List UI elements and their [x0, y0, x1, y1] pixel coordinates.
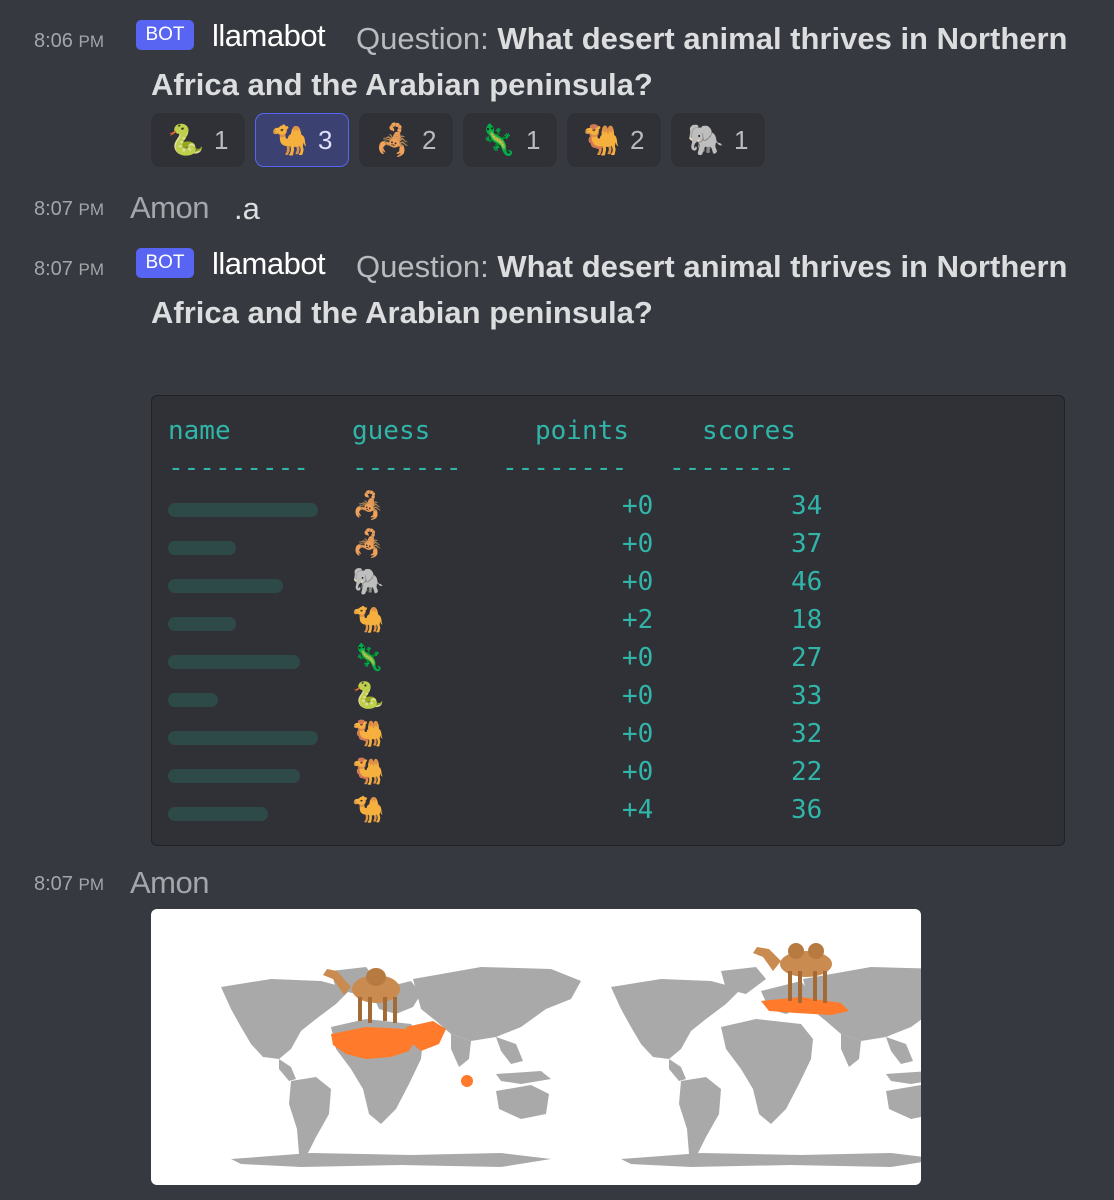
- author-name[interactable]: Amon: [130, 190, 209, 226]
- author-name[interactable]: Amon: [130, 865, 209, 901]
- redacted-name: [168, 693, 218, 707]
- score-cell: 22: [791, 757, 823, 787]
- points-cell: +0: [622, 681, 654, 711]
- header-separator: --------: [502, 453, 628, 483]
- scorpion-icon: 🦂: [375, 123, 413, 157]
- message-content: Question: What desert animal thrives in …: [356, 249, 1068, 284]
- points-cell: +4: [622, 795, 654, 825]
- reaction-dromedary-camel[interactable]: 🐪 3: [255, 113, 349, 167]
- bot-tag: BOT: [136, 248, 194, 278]
- message-content-cont: Africa and the Arabian peninsula?: [151, 295, 653, 330]
- world-map-right: [611, 967, 921, 1167]
- score-cell: 18: [791, 605, 823, 635]
- dromedary-camel-icon: 🐪: [352, 605, 385, 635]
- image-attachment[interactable]: [151, 909, 921, 1185]
- dromedary-camel-icon: 🐪: [271, 123, 309, 157]
- points-cell: +2: [622, 605, 654, 635]
- reaction-count: 1: [734, 124, 749, 155]
- lizard-icon: 🦎: [479, 123, 517, 157]
- score-cell: 46: [791, 567, 823, 597]
- reaction-count: 1: [526, 124, 541, 155]
- dromedary-camel-icon: 🐪: [352, 795, 385, 825]
- score-cell: 37: [791, 529, 823, 559]
- score-table-codeblock: name guess points scores --------- -----…: [151, 395, 1065, 846]
- reaction-count: 2: [630, 124, 645, 155]
- redacted-name: [168, 655, 300, 669]
- bactrian-camel-icon: 🐫: [583, 123, 621, 157]
- message-content: Question: What desert animal thrives in …: [356, 21, 1068, 56]
- redacted-name: [168, 617, 236, 631]
- bactrian-camel-icon: 🐫: [352, 719, 385, 749]
- timestamp[interactable]: 8:06 PM: [34, 30, 104, 53]
- world-map-left: [221, 967, 581, 1167]
- points-cell: +0: [622, 643, 654, 673]
- redacted-name: [168, 807, 268, 821]
- score-cell: 27: [791, 643, 823, 673]
- bactrian-camel-icon: 🐫: [352, 757, 385, 787]
- points-cell: +0: [622, 757, 654, 787]
- reaction-bactrian-camel[interactable]: 🐫 2: [567, 113, 661, 167]
- points-cell: +0: [622, 567, 654, 597]
- score-cell: 33: [791, 681, 823, 711]
- timestamp[interactable]: 8:07 PM: [34, 258, 104, 281]
- redacted-name: [168, 731, 318, 745]
- lizard-icon: 🦎: [352, 643, 385, 673]
- points-cell: +0: [622, 719, 654, 749]
- reaction-count: 1: [214, 124, 229, 155]
- reaction-snake[interactable]: 🐍 1: [151, 113, 245, 167]
- scorpion-icon: 🦂: [352, 529, 385, 559]
- scorpion-icon: 🦂: [352, 491, 385, 521]
- author-name[interactable]: llamabot: [212, 18, 326, 54]
- header-separator: ---------: [168, 453, 309, 483]
- reactions-bar: 🐍 1 🐪 3 🦂 2 🦎 1 🐫 2 🐘 1: [151, 113, 775, 167]
- snake-icon: 🐍: [352, 681, 385, 711]
- column-header-name: name: [168, 416, 231, 446]
- reaction-count: 2: [422, 124, 437, 155]
- message-content-cont: Africa and the Arabian peninsula?: [151, 67, 653, 102]
- reaction-scorpion[interactable]: 🦂 2: [359, 113, 453, 167]
- bot-tag: BOT: [136, 20, 194, 50]
- elephant-icon: 🐘: [687, 123, 725, 157]
- snake-icon: 🐍: [167, 123, 205, 157]
- column-header-guess: guess: [352, 416, 431, 446]
- elephant-icon: 🐘: [352, 567, 385, 597]
- column-header-points: points: [535, 416, 629, 446]
- redacted-name: [168, 541, 236, 555]
- score-cell: 36: [791, 795, 823, 825]
- timestamp[interactable]: 8:07 PM: [34, 873, 104, 896]
- score-cell: 34: [791, 491, 823, 521]
- points-cell: +0: [622, 491, 654, 521]
- camel-range-maps-image: [221, 943, 921, 1167]
- reaction-lizard[interactable]: 🦎 1: [463, 113, 557, 167]
- redacted-name: [168, 579, 283, 593]
- header-separator: --------: [669, 453, 795, 483]
- redacted-name: [168, 503, 318, 517]
- redacted-name: [168, 769, 300, 783]
- header-separator: -------: [352, 453, 462, 483]
- message-content: .a: [234, 191, 260, 226]
- reaction-elephant[interactable]: 🐘 1: [671, 113, 765, 167]
- points-cell: +0: [622, 529, 654, 559]
- column-header-scores: scores: [702, 416, 796, 446]
- reaction-count: 3: [318, 124, 333, 155]
- timestamp[interactable]: 8:07 PM: [34, 198, 104, 221]
- author-name[interactable]: llamabot: [212, 246, 326, 282]
- score-cell: 32: [791, 719, 823, 749]
